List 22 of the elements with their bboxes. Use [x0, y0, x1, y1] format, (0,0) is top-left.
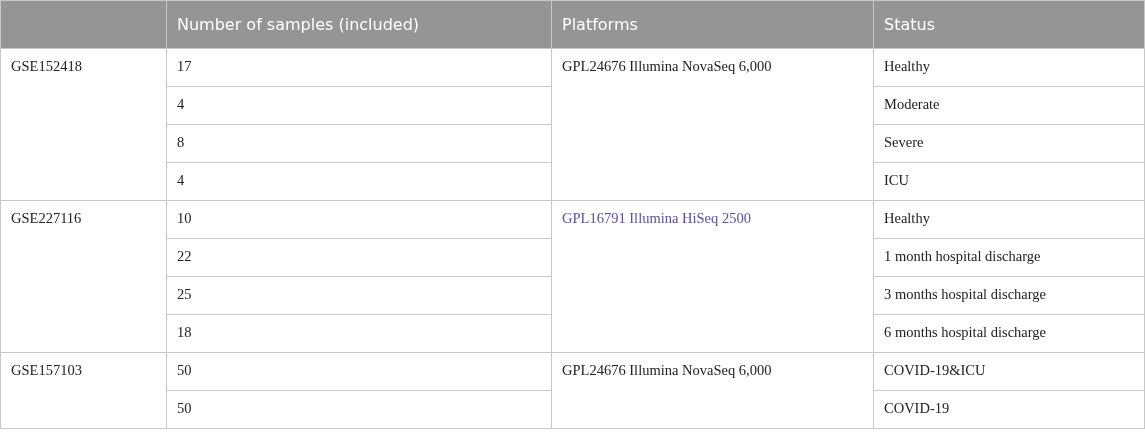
table-cell: 50 [166, 352, 552, 391]
table-cell: Moderate [873, 86, 1145, 125]
table-cell: GPL24676 Illumina NovaSeq 6,000 [551, 48, 874, 201]
column-header: Platforms [551, 0, 874, 49]
table-cell: 10 [166, 200, 552, 239]
table-cell: Healthy [873, 200, 1145, 239]
table-cell: Healthy [873, 48, 1145, 87]
table-cell: GSE227116 [0, 200, 167, 353]
table-cell: 3 months hospital discharge [873, 276, 1145, 315]
column-header: Number of samples (included) [166, 0, 552, 49]
table-cell: 1 month hospital discharge [873, 238, 1145, 277]
table-cell: GSE152418 [0, 48, 167, 201]
table-cell: COVID-19&ICU [873, 352, 1145, 391]
table-cell: Severe [873, 124, 1145, 163]
platform-link[interactable]: GPL16791 Illumina HiSeq 2500 [562, 210, 751, 226]
table-cell: GPL24676 Illumina NovaSeq 6,000 [551, 352, 874, 429]
table-cell: 17 [166, 48, 552, 87]
table-cell: ICU [873, 162, 1145, 201]
table-cell: 6 months hospital discharge [873, 314, 1145, 353]
table-cell: GSE157103 [0, 352, 167, 429]
column-header: Status [873, 0, 1145, 49]
table-cell: COVID-19 [873, 390, 1145, 429]
